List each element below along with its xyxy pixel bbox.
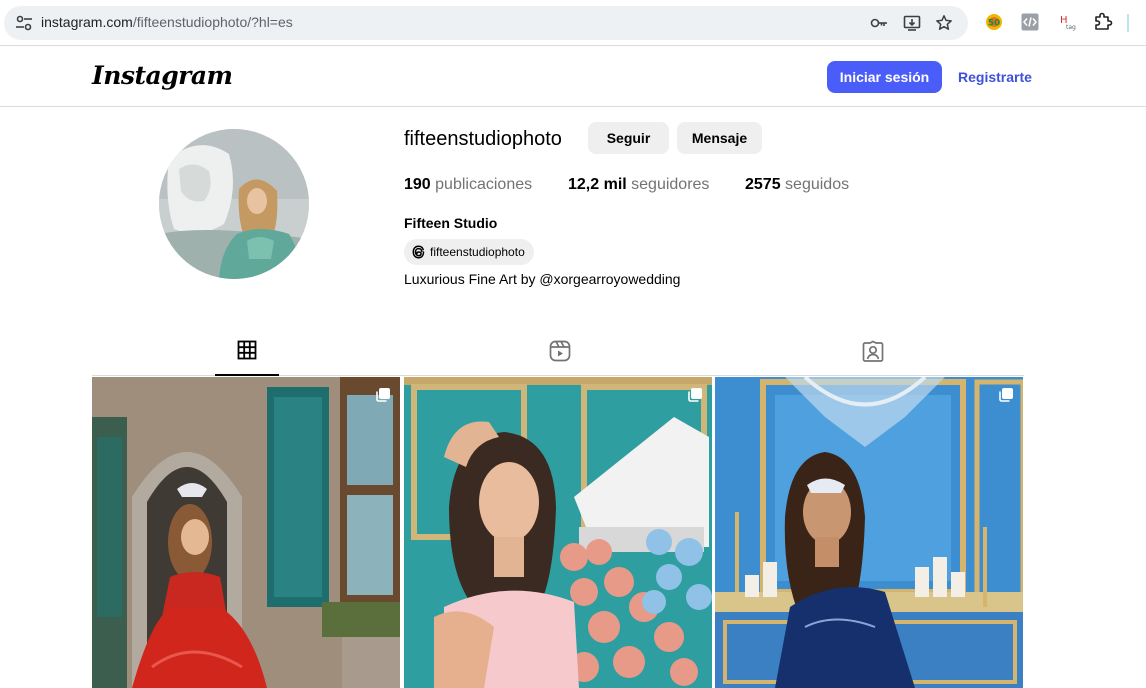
carousel-icon xyxy=(688,388,702,402)
signup-link[interactable]: Registrarte xyxy=(958,69,1032,85)
reels-icon xyxy=(549,340,571,362)
message-button[interactable]: Mensaje xyxy=(677,122,762,154)
profile-username: fifteenstudiophoto xyxy=(404,128,562,150)
tab-tagged[interactable] xyxy=(841,340,905,376)
threads-icon xyxy=(412,245,425,259)
followers-count[interactable]: 12,2 mil seguidores xyxy=(568,176,709,194)
install-icon[interactable] xyxy=(903,14,921,32)
following-count[interactable]: 2575 seguidos xyxy=(745,176,849,194)
profile-avatar[interactable] xyxy=(159,129,309,279)
key-icon[interactable] xyxy=(870,14,888,32)
following-count-value: 2575 xyxy=(745,176,781,193)
threads-badge[interactable]: fifteenstudiophoto xyxy=(404,239,534,265)
code-extension-icon[interactable] xyxy=(1020,12,1040,32)
post-thumbnail-3[interactable] xyxy=(715,377,1023,688)
tab-reels[interactable] xyxy=(528,340,592,376)
toolbar-separator xyxy=(1127,14,1129,32)
posts-count[interactable]: 190 publicaciones xyxy=(404,176,532,194)
avatar-photo xyxy=(159,129,309,279)
followers-count-value: 12,2 mil xyxy=(568,176,627,193)
post-photo-quinceanera-pink-dress xyxy=(404,377,712,688)
carousel-icon xyxy=(999,388,1013,402)
profile-full-name: Fifteen Studio xyxy=(404,215,498,231)
followers-count-label: seguidores xyxy=(631,176,710,193)
seo-extension-icon[interactable]: 50 xyxy=(984,12,1004,32)
login-button[interactable]: Iniciar sesión xyxy=(827,61,942,93)
tab-posts[interactable] xyxy=(215,340,279,376)
post-thumbnail-2[interactable] xyxy=(404,377,712,688)
posts-count-value: 190 xyxy=(404,176,431,193)
following-count-label: seguidos xyxy=(785,176,850,193)
grid-icon xyxy=(237,340,257,360)
htag-extension-icon[interactable]: H tag xyxy=(1058,12,1078,32)
carousel-icon xyxy=(376,388,390,402)
url-host: instagram.com xyxy=(41,14,133,30)
profile-bio: Luxurious Fine Art by @xorgearroyoweddin… xyxy=(404,271,681,287)
post-photo-quinceanera-blue-dress xyxy=(715,377,1023,688)
tagged-icon xyxy=(862,340,884,362)
post-photo-quinceanera-red-dress xyxy=(92,377,400,688)
star-icon[interactable] xyxy=(935,14,953,32)
address-bar[interactable]: instagram.com/fifteenstudiophoto/?hl=es xyxy=(4,6,968,40)
address-bar-url[interactable]: instagram.com/fifteenstudiophoto/?hl=es xyxy=(41,14,293,30)
svg-text:50: 50 xyxy=(988,19,1001,29)
url-path: /fifteenstudiophoto/?hl=es xyxy=(132,14,293,30)
puzzle-extension-icon[interactable] xyxy=(1093,12,1113,32)
svg-text:tag: tag xyxy=(1066,24,1076,31)
posts-count-label: publicaciones xyxy=(435,176,533,193)
post-thumbnail-1[interactable] xyxy=(92,377,400,688)
instagram-logo[interactable]: Instagram xyxy=(92,61,233,90)
tune-icon[interactable] xyxy=(15,15,33,31)
browser-toolbar: instagram.com/fifteenstudiophoto/?hl=es … xyxy=(0,0,1146,46)
threads-handle: fifteenstudiophoto xyxy=(430,245,525,259)
follow-button[interactable]: Seguir xyxy=(588,122,669,154)
instagram-header: Instagram Iniciar sesión Registrarte xyxy=(0,47,1146,107)
